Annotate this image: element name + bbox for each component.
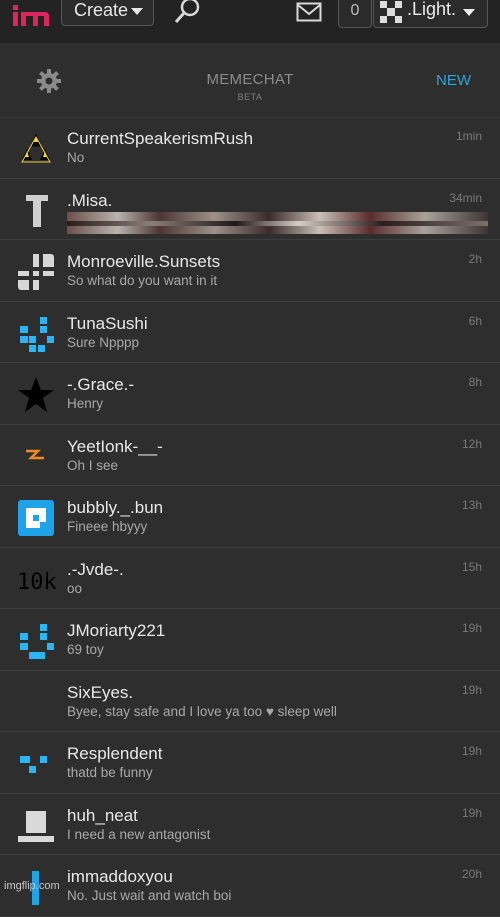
user-menu[interactable]: .Light. (373, 0, 488, 28)
conversation-row[interactable]: Resplendent thatd be funny 19h (0, 732, 500, 794)
site-logo[interactable] (11, 4, 51, 28)
conversation-row[interactable]: TunaSushi Sure Npppp 6h (0, 302, 500, 363)
conversation-preview: 69 toy (67, 642, 104, 657)
avatar-blue-pixel-face-icon (20, 624, 54, 659)
avatar-triangle-stars-icon (21, 133, 51, 163)
conversation-preview: oo (67, 580, 83, 596)
conversation-time: 13h (461, 498, 482, 512)
conversation-row[interactable]: immaddoxyou No. Just wait and watch boi … (0, 855, 500, 917)
conversation-row[interactable]: 10k .-Jvde-. oo 15h (0, 548, 500, 609)
chevron-down-icon (463, 9, 475, 16)
avatar-blue-pixel-small-icon (20, 756, 47, 773)
chat-title: MEMECHAT (206, 71, 294, 88)
avatar-grey-t-icon (26, 194, 48, 227)
avatar-10k-icon: 10k (17, 570, 56, 595)
conversation-row[interactable]: .Misa. 34min (0, 179, 500, 240)
watermark: imgflip.com (4, 880, 60, 892)
conversation-preview: No. Just wait and watch boi (67, 888, 232, 903)
conversation-time: 19h (461, 744, 482, 758)
conversation-preview: thatd be funny (67, 765, 153, 780)
avatar-blue-pixel-icon (20, 316, 54, 352)
conversation-preview: Byee, stay safe and I love ya too ♥ slee… (67, 703, 337, 719)
create-button-label: Create (74, 0, 129, 20)
avatar-black-star-icon (18, 377, 54, 412)
conversation-username: .-Jvde-. (67, 559, 124, 579)
conversation-username: TunaSushi (67, 313, 148, 333)
conversation-username: .Misa. (67, 190, 113, 210)
user-avatar-icon (380, 1, 402, 23)
conversation-time: 34min (449, 190, 482, 205)
conversation-preview: Fineee hbyyy (67, 519, 148, 534)
conversation-time: 12h (461, 436, 482, 451)
conversation-row[interactable]: CurrentSpeakerismRush No 1min (0, 117, 500, 179)
conversation-preview: I need a new antagonist (67, 826, 211, 842)
avatar-blue-square-icon (18, 500, 54, 536)
conversation-row[interactable]: Monroeville.Sunsets So what do you want … (0, 240, 500, 302)
notification-count[interactable]: 0 (338, 0, 372, 28)
avatar-10k-text: 10k (17, 570, 56, 595)
conversation-row[interactable]: bubbly._.bun Fineee hbyyy 13h (0, 486, 500, 548)
conversation-username: JMoriarty221 (67, 621, 166, 640)
conversation-preview: So what do you want in it (67, 273, 218, 288)
conversation-username: huh_neat (67, 805, 138, 825)
top-bar: Create 0 .Light. (0, 0, 500, 43)
conversation-time: 19h (461, 805, 482, 820)
conversation-row[interactable]: huh_neat I need a new antagonist 19h (0, 794, 500, 855)
image-preview[interactable] (67, 211, 488, 234)
chevron-down-icon (131, 8, 143, 15)
avatar-grey-block-icon (18, 810, 54, 842)
conversation-username: immaddoxyou (67, 867, 173, 886)
conversation-row[interactable]: SixEyes. Byee, stay safe and I love ya t… (0, 671, 500, 732)
conversation-time: 19h (461, 621, 482, 635)
conversation-username: SixEyes. (67, 682, 134, 702)
avatar-grey-grid-icon (18, 254, 54, 290)
beta-label: BETA (237, 92, 263, 102)
conversation-preview: No (67, 150, 85, 165)
search-icon[interactable] (174, 0, 202, 24)
conversation-row[interactable]: YeetIonk-__- Oh I see 12h (0, 425, 500, 486)
conversation-row[interactable]: JMoriarty221 69 toy 19h (0, 609, 500, 671)
conversation-time: 6h (468, 313, 482, 328)
mail-icon[interactable] (296, 2, 322, 22)
username-label: .Light. (407, 0, 457, 19)
new-chat-button[interactable]: NEW (436, 72, 471, 89)
conversation-time: 8h (468, 375, 482, 389)
conversation-time: 20h (461, 867, 482, 881)
conversation-time: 15h (461, 559, 482, 574)
conversation-username: CurrentSpeakerismRush (67, 129, 254, 148)
conversation-time: 2h (468, 252, 482, 266)
conversation-preview: Sure Npppp (67, 334, 140, 350)
conversation-time: 1min (455, 129, 482, 143)
conversation-username: Monroeville.Sunsets (67, 252, 221, 271)
conversation-list: CurrentSpeakerismRush No 1min .Misa. 34m… (0, 117, 500, 917)
conversation-row[interactable]: -.Grace.- Henry 8h (0, 363, 500, 425)
conversation-username: -.Grace.- (67, 375, 135, 394)
conversation-username: bubbly._.bun (67, 498, 164, 517)
conversation-username: YeetIonk-__- (67, 436, 163, 456)
chat-header: MEMECHAT BETA NEW (0, 43, 500, 118)
create-button[interactable]: Create (61, 0, 154, 26)
conversation-time: 19h (461, 682, 482, 697)
conversation-preview: Henry (67, 396, 104, 411)
conversation-preview: Oh I see (67, 457, 119, 473)
avatar-orange-zigzag-icon (26, 449, 44, 459)
conversation-username: Resplendent (67, 744, 163, 763)
